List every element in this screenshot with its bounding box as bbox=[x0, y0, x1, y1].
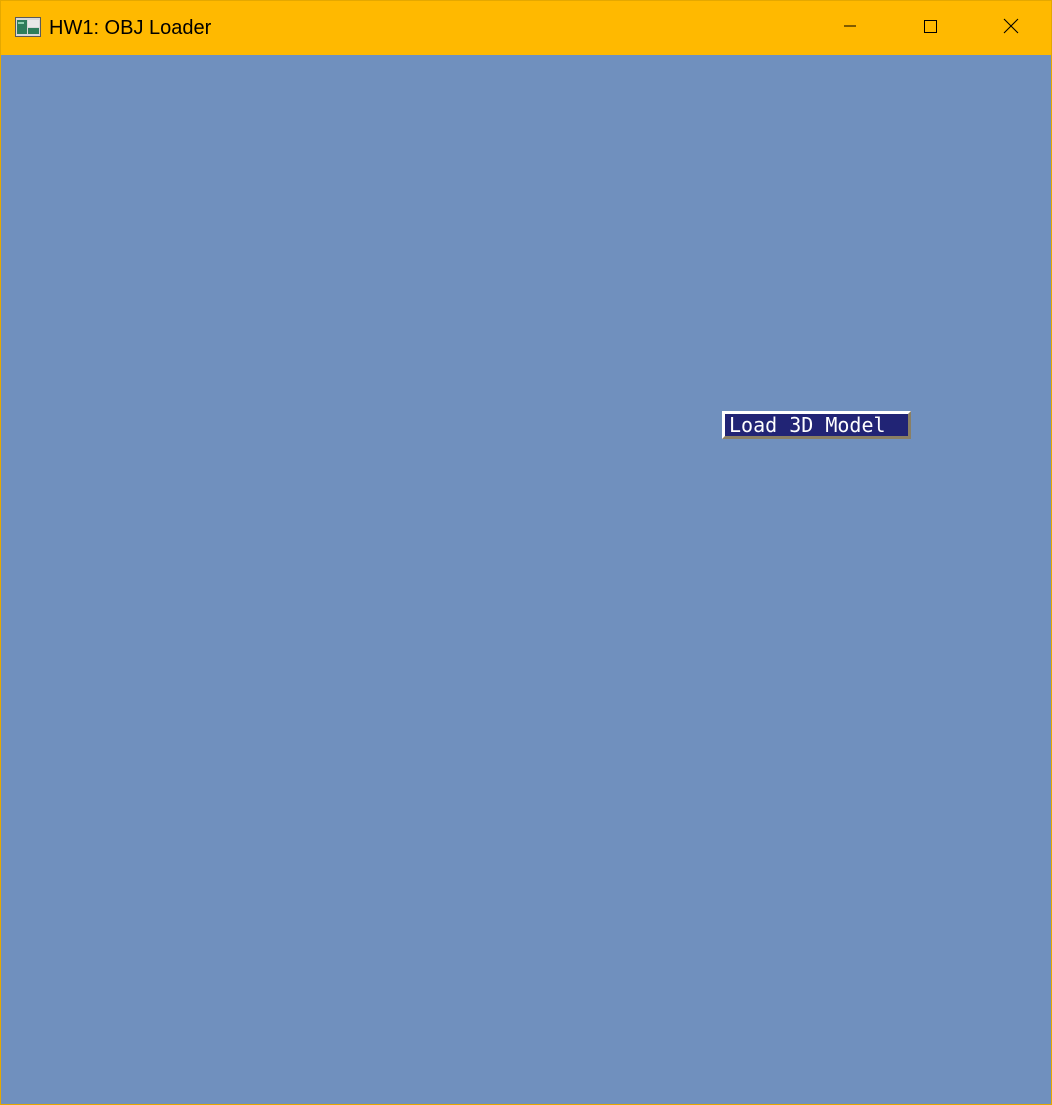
app-window: HW1: OBJ Loader Load 3D Model bbox=[0, 0, 1052, 1105]
opengl-canvas[interactable]: Load 3D Model bbox=[1, 55, 1051, 1104]
minimize-icon bbox=[842, 18, 858, 39]
close-button[interactable] bbox=[971, 1, 1051, 55]
close-icon bbox=[1002, 17, 1020, 40]
load-3d-model-button[interactable]: Load 3D Model bbox=[722, 411, 911, 439]
title-bar[interactable]: HW1: OBJ Loader bbox=[1, 1, 1051, 55]
maximize-button[interactable] bbox=[890, 1, 970, 55]
maximize-icon bbox=[922, 18, 938, 39]
load-3d-model-label: Load 3D Model bbox=[729, 413, 886, 437]
minimize-button[interactable] bbox=[810, 1, 890, 55]
window-title: HW1: OBJ Loader bbox=[49, 17, 212, 39]
app-window-icon bbox=[15, 17, 41, 37]
